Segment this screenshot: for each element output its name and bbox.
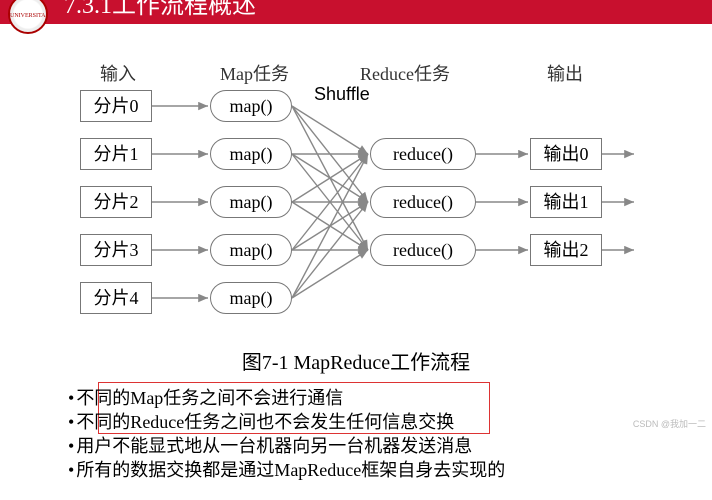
input-shard-2: 分片2	[80, 186, 152, 218]
watermark: CSDN @我加一二	[633, 417, 706, 430]
col-label-map: Map任务	[220, 60, 289, 86]
map-task-2: map()	[210, 186, 292, 218]
map-task-0: map()	[210, 90, 292, 122]
bullet-1: 不同的Map任务之间不会进行通信	[68, 386, 505, 410]
map-task-1: map()	[210, 138, 292, 170]
bullet-2: 不同的Reduce任务之间也不会发生任何信息交换	[68, 410, 505, 434]
col-label-reduce: Reduce任务	[360, 60, 450, 86]
reduce-task-0: reduce()	[370, 138, 476, 170]
bullet-4: 所有的数据交换都是通过MapReduce框架自身去实现的	[68, 458, 505, 482]
input-shard-0: 分片0	[80, 90, 152, 122]
figure-caption: 图7-1 MapReduce工作流程	[0, 346, 712, 375]
reduce-task-2: reduce()	[370, 234, 476, 266]
input-shard-1: 分片1	[80, 138, 152, 170]
output-0: 输出0	[530, 138, 602, 170]
output-2: 输出2	[530, 234, 602, 266]
bullet-3: 用户不能显式地从一台机器向另一台机器发送消息	[68, 434, 505, 458]
shuffle-label: Shuffle	[314, 84, 370, 105]
mapreduce-diagram: 输入 Map任务 Reduce任务 输出 Shuffle 分片0 分片1 分片2…	[0, 24, 712, 324]
slide-header: UNIVERSITAS 7.3.1工作流程概述	[0, 0, 712, 24]
input-shard-3: 分片3	[80, 234, 152, 266]
output-1: 输出1	[530, 186, 602, 218]
bullet-list: 不同的Map任务之间不会进行通信 不同的Reduce任务之间也不会发生任何信息交…	[68, 386, 505, 482]
map-task-4: map()	[210, 282, 292, 314]
input-shard-4: 分片4	[80, 282, 152, 314]
col-label-output: 输出	[547, 60, 583, 86]
slide-title: 7.3.1工作流程概述	[64, 0, 256, 19]
reduce-task-1: reduce()	[370, 186, 476, 218]
col-label-input: 输入	[100, 60, 136, 86]
map-task-3: map()	[210, 234, 292, 266]
